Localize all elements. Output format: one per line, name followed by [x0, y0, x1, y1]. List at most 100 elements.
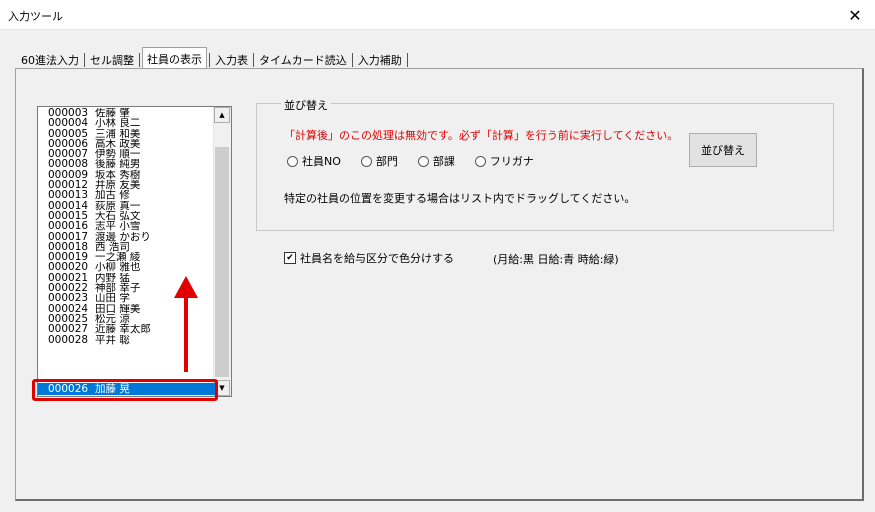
scroll-thumb[interactable]: [215, 147, 229, 377]
employee-name: 近藤 幸太郎: [95, 324, 151, 335]
list-item[interactable]: 000019 一之瀬 綾: [38, 252, 215, 262]
employee-name: 佐藤 肇: [95, 108, 130, 119]
radio-furigana[interactable]: フリガナ: [474, 153, 534, 169]
employee-name: 西 浩司: [95, 241, 130, 253]
radio-department[interactable]: 部門: [360, 153, 398, 169]
tab-separator: [253, 52, 254, 67]
vertical-scrollbar[interactable]: ▲ ▼: [213, 107, 231, 396]
employee-name: 加古 修: [95, 190, 130, 201]
window-title: 入力ツール: [8, 10, 63, 23]
list-item[interactable]: 000016 志平 小雪: [38, 221, 215, 231]
employee-code: 000024: [48, 303, 89, 314]
employee-name: 三浦 和美: [95, 128, 141, 139]
employee-code: 000017: [48, 231, 89, 242]
employee-name: 小柳 雅也: [95, 262, 141, 273]
color-by-pay-checkbox-row[interactable]: ✔ 社員名を給与区分で色分けする: [284, 250, 454, 266]
drag-up-arrow-icon: [174, 276, 198, 298]
employee-code: 000022: [48, 283, 89, 294]
employee-code: 000007: [48, 149, 89, 160]
checkbox-checked-icon[interactable]: ✔: [284, 252, 296, 264]
radio-circle-icon[interactable]: [287, 155, 298, 167]
employee-code: 000008: [48, 159, 89, 170]
radio-section[interactable]: 部課: [417, 153, 455, 169]
list-item[interactable]: 000006 高木 政美: [38, 139, 215, 149]
employee-code: 000027: [48, 324, 89, 335]
employee-name: 荻原 真一: [95, 200, 141, 211]
employee-name: 山田 学: [95, 293, 130, 304]
employee-name: 渡邊 かおり: [95, 231, 151, 242]
color-by-pay-label: 社員名を給与区分で色分けする: [300, 252, 454, 265]
list-item[interactable]: 000008 後藤 純男: [38, 159, 215, 169]
radio-circle-icon[interactable]: [474, 155, 486, 167]
list-item[interactable]: 000005 三浦 和美: [38, 129, 215, 139]
list-item[interactable]: 000012 井原 友美: [38, 180, 215, 190]
tab-separator: [351, 52, 353, 67]
employee-code: 000015: [48, 210, 89, 222]
employee-name: 伊勢 順一: [95, 149, 141, 160]
tab-separator: [139, 52, 140, 67]
employee-code: 000021: [48, 272, 89, 284]
list-item[interactable]: 000018 西 浩司: [38, 242, 215, 252]
employee-listbox[interactable]: 000003 佐藤 肇 000004 小林 良二 000005 三浦 和美 000006 高木…: [37, 106, 232, 397]
employee-code: 000013: [48, 190, 89, 201]
tab-employee-display[interactable]: 社員の表示: [142, 47, 207, 69]
list-item[interactable]: 000028 平井 聡: [38, 335, 215, 345]
radio-label: 部門: [375, 155, 398, 168]
employee-list-items: 000003 佐藤 肇 000004 小林 良二 000005 三浦 和美 000006 高木…: [38, 108, 215, 345]
employee-code: 000019: [48, 252, 89, 263]
title-bar: 入力ツール ✕: [0, 0, 875, 30]
list-item[interactable]: 000027 近藤 幸太郎: [38, 324, 215, 334]
tab-separator: [406, 52, 408, 67]
employee-code: 000006: [48, 138, 89, 150]
tab-separator: [209, 52, 210, 67]
tab-separator: [84, 52, 85, 67]
employee-name: 大石 弘文: [95, 210, 141, 222]
list-item[interactable]: 000009 坂本 秀樹: [38, 170, 215, 180]
list-item[interactable]: 000003 佐藤 肇: [38, 108, 215, 118]
employee-code: 000014: [48, 200, 89, 211]
employee-name: 一之瀬 綾: [95, 252, 141, 263]
employee-name: 平井 聡: [95, 334, 130, 345]
employee-name: 田口 輝美: [95, 303, 141, 314]
tab-input-assist[interactable]: 入力補助: [355, 50, 405, 69]
list-item[interactable]: 000017 渡邊 かおり: [38, 232, 215, 242]
list-item[interactable]: 000014 荻原 真一: [38, 201, 215, 211]
employee-code: 000016: [48, 221, 89, 232]
employee-name: 高木 政美: [95, 138, 141, 150]
color-legend-note: (月給:黒 日給:青 時給:緑): [493, 253, 619, 266]
radio-circle-icon[interactable]: [417, 155, 429, 167]
employee-code: 000020: [48, 262, 89, 273]
sort-group-label: 並び替え: [281, 97, 331, 113]
tab-cell-adjust[interactable]: セル調整: [87, 50, 137, 69]
employee-name: 坂本 秀樹: [95, 169, 141, 181]
list-item[interactable]: 000020 小柳 雅也: [38, 262, 215, 272]
tab-input-table[interactable]: 入力表: [212, 50, 251, 69]
employee-code: 000023: [48, 293, 89, 304]
drag-arrow-shaft: [184, 296, 188, 372]
employee-code: 000005: [48, 128, 89, 139]
radio-label: フリガナ: [489, 155, 534, 168]
list-item[interactable]: 000007 伊勢 順一: [38, 149, 215, 159]
employee-name: 志平 小雪: [95, 221, 141, 232]
radio-circle-icon[interactable]: [360, 155, 372, 167]
drag-hint-text: 特定の社員の位置を変更する場合はリスト内でドラッグしてください。: [284, 192, 636, 205]
sort-button[interactable]: 並び替え: [689, 133, 757, 167]
employee-name: 井原 友美: [95, 180, 141, 191]
employee-name: 神部 幸子: [95, 283, 141, 294]
employee-name: 小林 良二: [95, 118, 141, 129]
radio-employee-no[interactable]: 社員NO: [287, 153, 341, 169]
employee-code: 000018: [48, 241, 89, 253]
list-item[interactable]: 000024 田口 輝美: [38, 304, 215, 314]
close-icon[interactable]: ✕: [835, 0, 875, 30]
list-item[interactable]: 000025 松元 涼: [38, 314, 215, 324]
tab-60-base-input[interactable]: 60進法入力: [18, 50, 82, 69]
tab-timecard-import[interactable]: タイムカード読込: [256, 50, 350, 69]
list-item[interactable]: 000004 小林 良二: [38, 118, 215, 128]
list-item[interactable]: 000013 加古 修: [38, 190, 215, 200]
employee-code: 000009: [48, 169, 89, 181]
scroll-up-icon[interactable]: ▲: [214, 107, 230, 123]
list-item[interactable]: 000015 大石 弘文: [38, 211, 215, 221]
sort-warning-text: 「計算後」のこの処理は無効です。必ず「計算」を行う前に実行してください。: [284, 129, 679, 142]
radio-label: 部課: [432, 155, 455, 168]
employee-code: 000028: [48, 334, 89, 345]
